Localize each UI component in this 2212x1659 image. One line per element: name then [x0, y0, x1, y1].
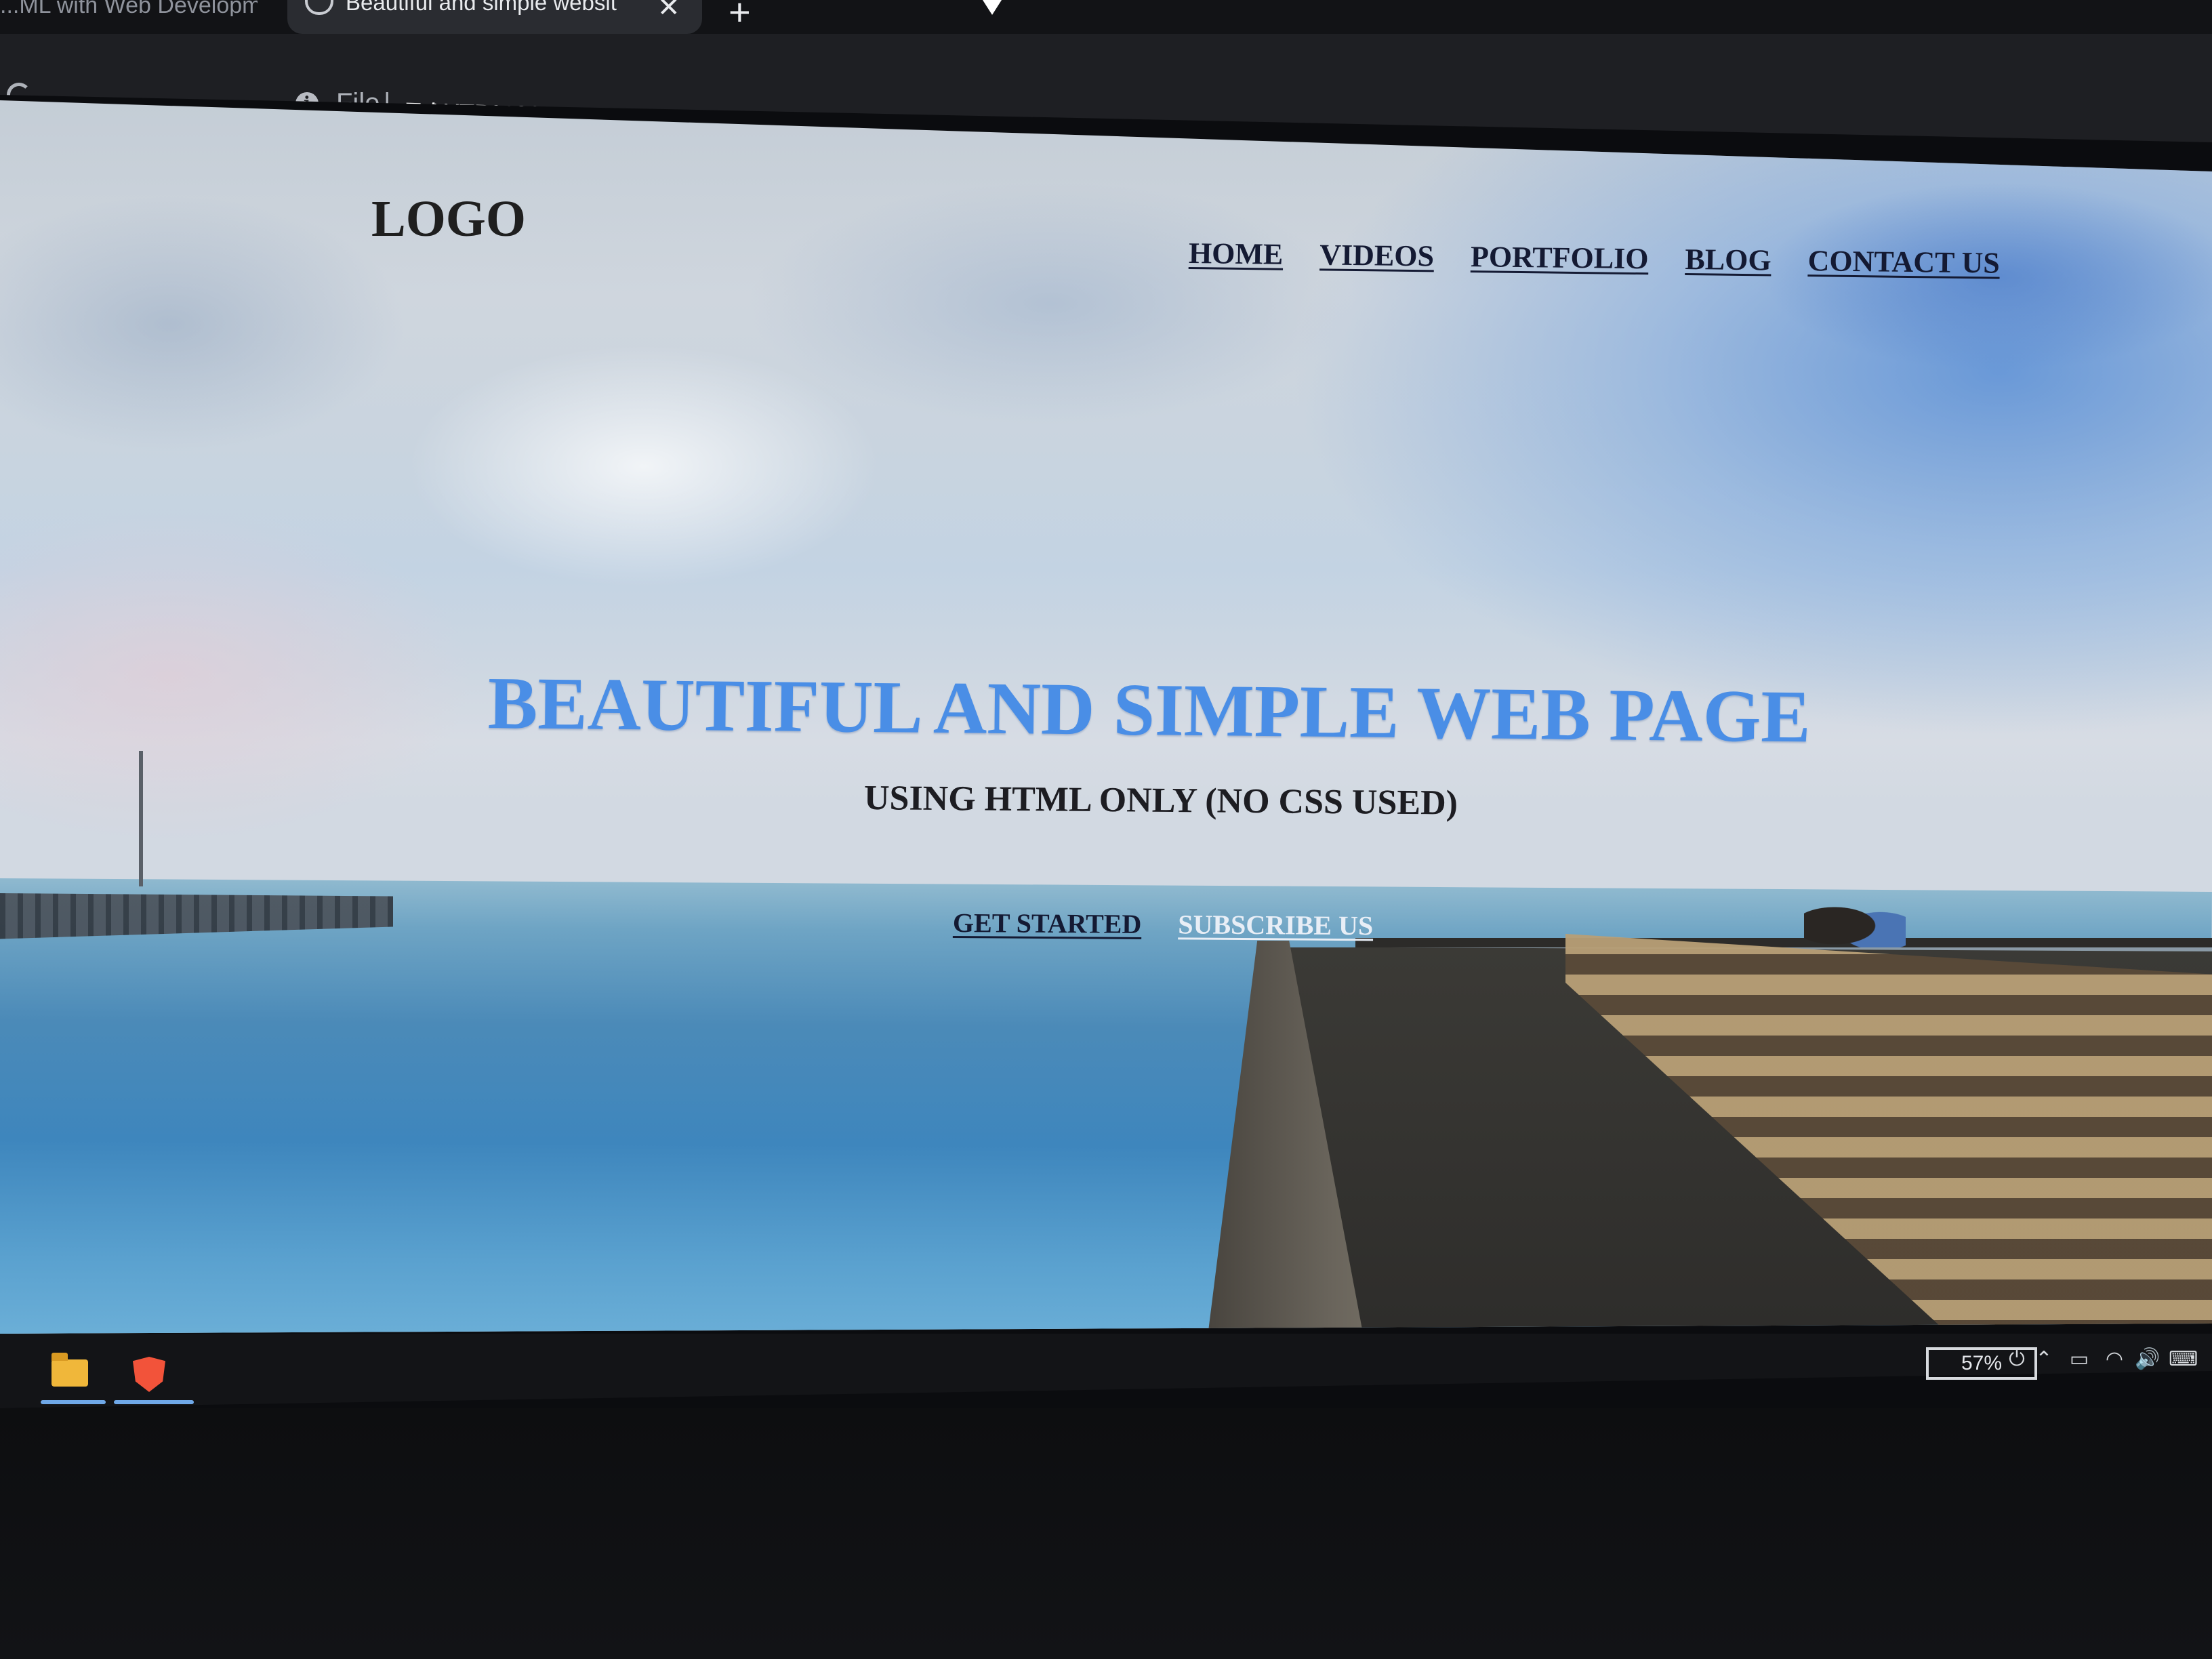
bezel	[0, 1408, 2212, 1659]
tab-active[interactable]: Beautiful and simple website usi ✕	[287, 0, 702, 34]
tab-inactive[interactable]: ...ML with Web Developm...	[0, 0, 258, 16]
get-started-link[interactable]: GET STARTED	[953, 907, 1142, 940]
cloud	[0, 507, 474, 846]
people-on-pier	[1804, 893, 1906, 947]
keyboard-icon[interactable]: ⌨	[2169, 1349, 2198, 1370]
tab-title: Beautiful and simple website usi	[346, 0, 617, 15]
tab-strip: ...ML with Web Developm... Beautiful and…	[0, 0, 2212, 34]
site-logo[interactable]: LOGO	[371, 190, 526, 249]
taskbar-active-indicator	[114, 1400, 194, 1404]
speaker-icon[interactable]: 🔊	[2135, 1349, 2160, 1370]
wifi-icon[interactable]: ◠	[2104, 1349, 2125, 1370]
cloud	[745, 182, 1355, 426]
folder-icon[interactable]	[52, 1353, 88, 1387]
nav-link-contact[interactable]: CONTACT US	[1807, 243, 2000, 280]
close-icon[interactable]: ✕	[657, 0, 680, 21]
cta-links: GET STARTED SUBSCRIBE US	[953, 907, 1374, 941]
nav-link-home[interactable]: HOME	[1189, 236, 1284, 272]
hero-subtitle: USING HTML ONLY (NO CSS USED)	[863, 779, 1458, 823]
globe-icon	[305, 0, 333, 15]
hero-title: BEAUTIFUL AND SIMPLE WEB PAGE	[487, 661, 1811, 758]
nav-link-portfolio[interactable]: PORTFOLIO	[1471, 239, 1649, 276]
mouse-cursor-icon	[983, 0, 1002, 15]
cloud	[0, 195, 407, 453]
subscribe-link[interactable]: SUBSCRIBE US	[1178, 908, 1373, 941]
power-icon[interactable]: ⏻	[2006, 1349, 2028, 1370]
battery-percent: 57%	[1961, 1352, 2003, 1374]
nav-link-blog[interactable]: BLOG	[1685, 242, 1771, 278]
new-tab-button[interactable]: +	[729, 0, 751, 31]
taskbar-active-indicator	[41, 1400, 106, 1404]
chevron-up-icon[interactable]: ⌃	[2033, 1349, 2055, 1370]
web-page: LOGO HOME VIDEOS PORTFOLIO BLOG CONTACT …	[0, 100, 2212, 1334]
battery-icon[interactable]: ▭	[2068, 1349, 2090, 1370]
nav-link-videos[interactable]: VIDEOS	[1319, 237, 1434, 273]
pier-lamp-post	[139, 751, 143, 886]
